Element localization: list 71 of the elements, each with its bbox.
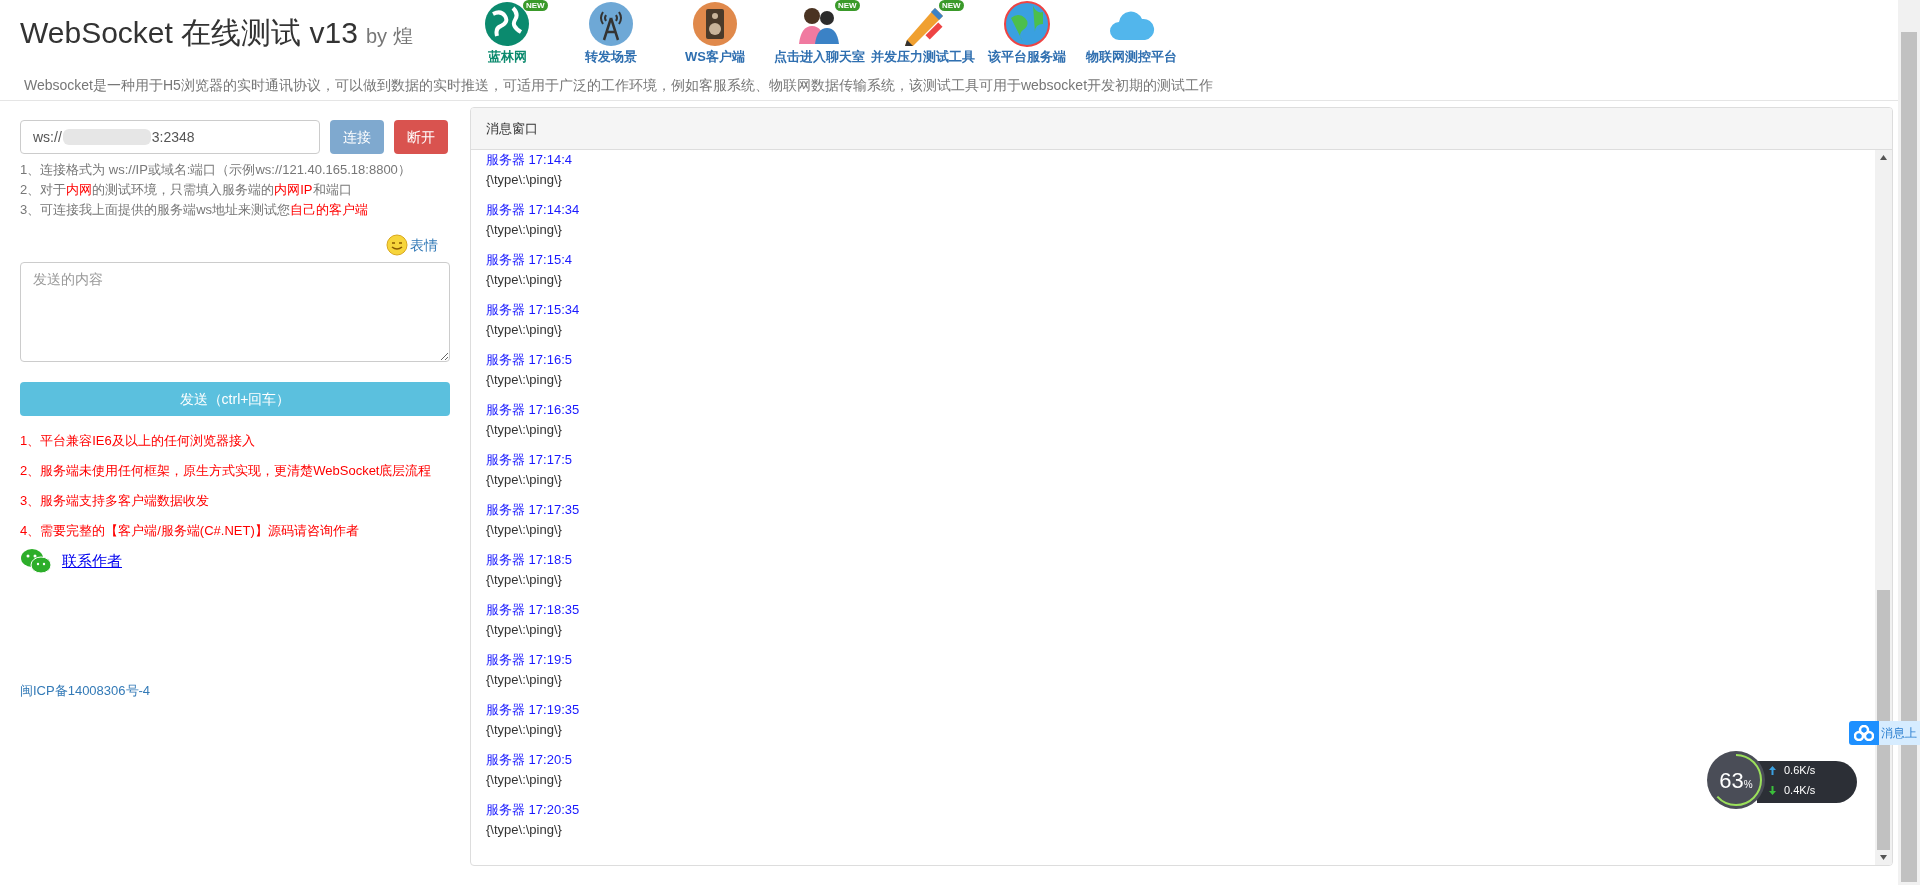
usage-percent: 63 (1719, 766, 1744, 795)
tower-icon[interactable] (587, 0, 635, 48)
message-header: 服务器 17:16:5 (486, 351, 572, 369)
hint-text: 2、对于内网的测试环境，只需填入服务端的内网IP和端口 (20, 181, 352, 199)
message-body: {\type\:\ping\} (486, 471, 562, 489)
hint-text: 3、可连接我上面提供的服务端ws地址来测试您自己的客户端 (20, 201, 369, 219)
icp-link[interactable]: 闽ICP备14008306号-4 (20, 683, 151, 698)
new-badge: NEW (835, 0, 860, 11)
percent-sign: % (1743, 778, 1753, 792)
speaker-icon[interactable] (691, 0, 739, 48)
message-body: {\type\:\ping\} (486, 621, 562, 639)
feature-text: 4、需要完整的【客户端/服务端(C#.NET)】源码请咨询作者 (20, 522, 360, 540)
author-byline: by 煌 (365, 24, 413, 49)
panel-title: 消息窗口 (486, 119, 538, 138)
emoji-link[interactable]: 表情 (410, 234, 438, 256)
upload-speed: 0.6K/s (1784, 763, 1816, 778)
message-body: {\type\:\ping\} (486, 321, 562, 339)
download-speed: 0.4K/s (1784, 783, 1816, 798)
smiley-icon (386, 234, 408, 256)
nav-link[interactable]: 点击进入聊天室 (773, 47, 865, 67)
upload-arrow-icon (1769, 765, 1776, 775)
message-header: 服务器 17:20:35 (486, 801, 580, 819)
message-header: 服务器 17:15:34 (486, 301, 580, 319)
message-body: {\type\:\ping\} (486, 721, 562, 739)
message-header: 服务器 17:18:5 (486, 551, 572, 569)
chat-bubbles-icon (20, 548, 52, 574)
scroll-down-icon[interactable] (1880, 855, 1887, 860)
message-body: {\type\:\ping\} (486, 371, 562, 389)
nav-link[interactable]: 该平台服务端 (988, 47, 1066, 67)
message-input[interactable]: 发送的内容 (20, 262, 450, 362)
feature-text: 2、服务端未使用任何框架，原生方式实现，更清楚WebSocket底层流程 (20, 462, 433, 480)
message-body: {\type\:\ping\} (486, 271, 562, 289)
message-body: {\type\:\ping\} (486, 571, 562, 589)
message-body: {\type\:\ping\} (486, 521, 562, 539)
contact-author-link[interactable]: 联系作者 (62, 549, 122, 573)
message-header: 服务器 17:20:5 (486, 751, 572, 769)
message-header: 服务器 17:14:34 (486, 201, 580, 219)
nav-link[interactable]: 物联网测控平台 (1085, 47, 1177, 67)
message-body: {\type\:\ping\} (486, 421, 562, 439)
message-body: {\type\:\ping\} (486, 821, 562, 839)
feature-text: 1、平台兼容IE6及以上的任何浏览器接入 (20, 432, 256, 450)
new-badge: NEW (523, 0, 548, 11)
hint-text: 1、连接格式为 ws://IP或域名:端口（示例ws://121.40.165.18:8800） (20, 161, 411, 179)
scrollbar[interactable] (1875, 150, 1892, 865)
address-field[interactable]: ws:// 3:2348 (20, 120, 320, 154)
message-header: 服务器 17:18:35 (486, 601, 580, 619)
cloud-tab-label: 消息上 (1880, 725, 1917, 742)
nav-link[interactable]: 并发压力测试工具 (871, 47, 975, 67)
message-body: {\type\:\ping\} (486, 171, 562, 189)
message-header: 服务器 17:15:4 (486, 251, 572, 269)
message-header: 服务器 17:19:35 (486, 701, 580, 719)
earth-icon[interactable] (1003, 0, 1051, 48)
message-header: 服务器 17:14:4 (486, 151, 572, 169)
page-title: WebSocket 在线测试 v13 (20, 15, 358, 51)
nav-link[interactable]: 蓝林网 (487, 47, 527, 67)
cloud-icon (1854, 725, 1874, 741)
disconnect-button[interactable]: 断开 (394, 120, 448, 154)
message-header: 服务器 17:16:35 (486, 401, 580, 419)
nav-link[interactable]: WS客户端 (685, 47, 745, 67)
message-body: {\type\:\ping\} (486, 671, 562, 689)
nav-link[interactable]: 转发场景 (585, 47, 637, 67)
feature-text: 3、服务端支持多客户端数据收发 (20, 492, 211, 510)
message-header: 服务器 17:19:5 (486, 651, 572, 669)
description-text: Websocket是一种用于H5浏览器的实时通讯协议，可以做到数据的实时推送，可适用于广泛的工作环境，例如客服系统、物联网数据传输系统，该测试工具可用于websocket开发初期的测试工作 (24, 75, 1214, 95)
message-header: 服务器 17:17:5 (486, 451, 572, 469)
message-body: {\type\:\ping\} (486, 771, 562, 789)
scroll-up-icon[interactable] (1880, 155, 1887, 160)
download-arrow-icon (1769, 785, 1776, 795)
new-badge: NEW (939, 0, 964, 11)
message-body: {\type\:\ping\} (486, 221, 562, 239)
message-header: 服务器 17:17:35 (486, 501, 580, 519)
